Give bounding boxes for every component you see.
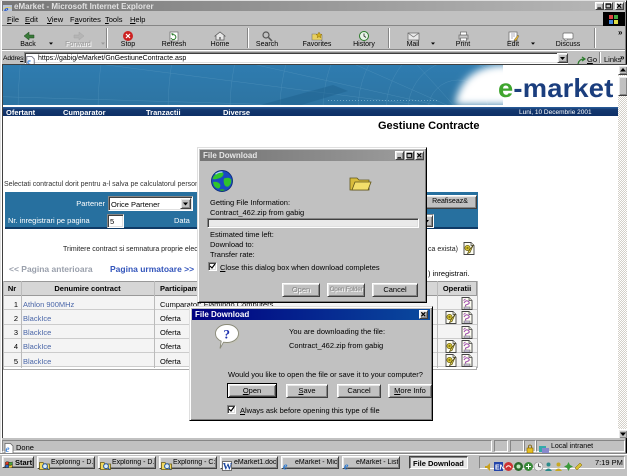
svg-text:?: ? (224, 327, 231, 342)
svg-text:e: e (6, 444, 10, 454)
svg-text:e: e (283, 461, 288, 471)
svg-text:e: e (344, 461, 349, 471)
svg-text:W: W (223, 462, 232, 470)
